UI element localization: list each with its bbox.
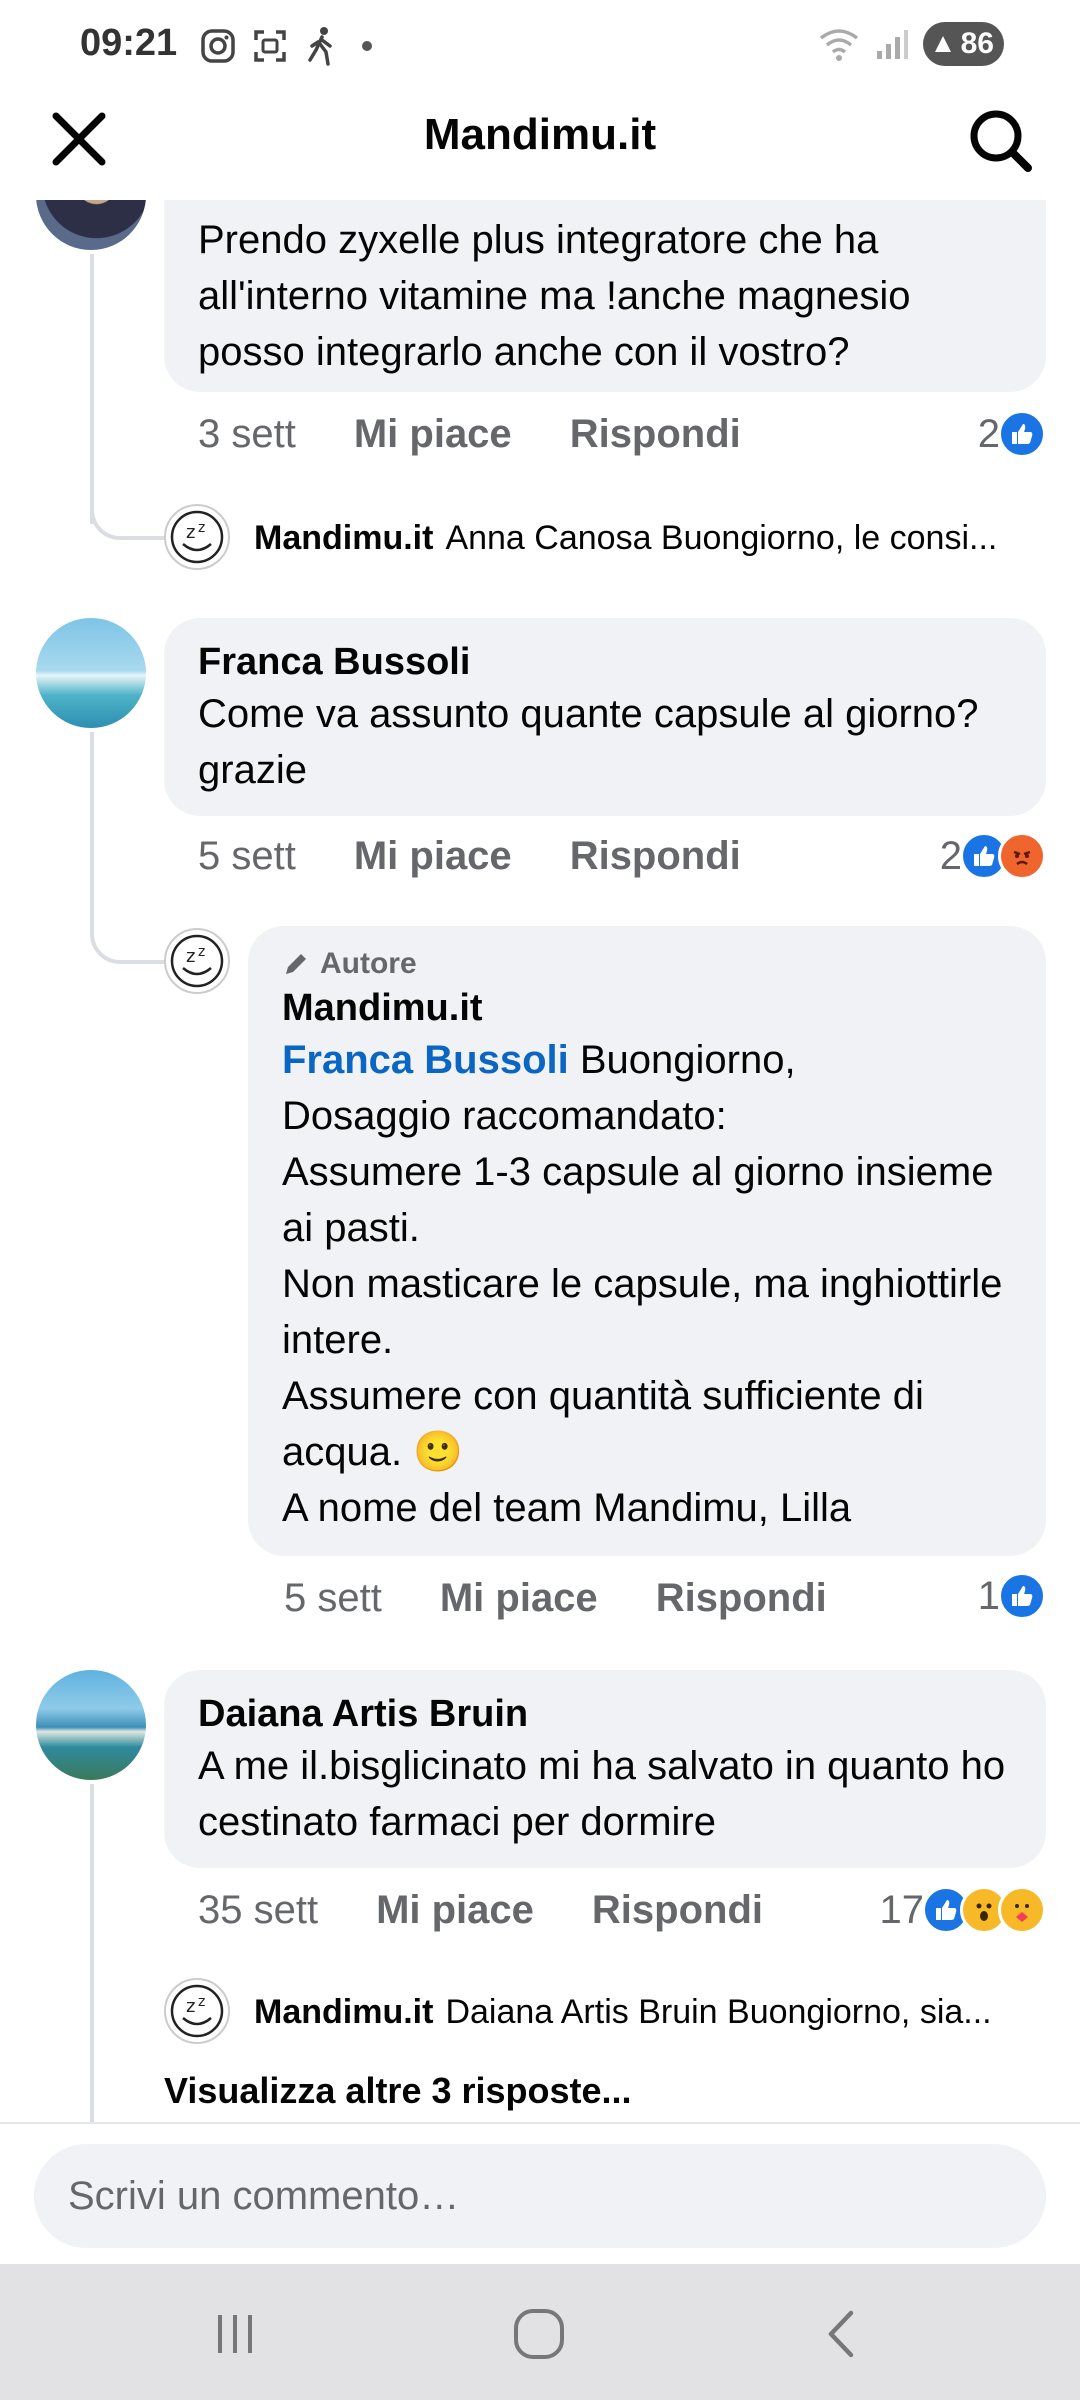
app-header: Mandimu.it <box>0 92 1080 200</box>
like-button[interactable]: Mi piace <box>440 1576 598 1621</box>
avatar[interactable] <box>36 200 146 250</box>
page-title: Mandimu.it <box>423 110 657 159</box>
reply-time[interactable]: 5 sett <box>284 1576 382 1621</box>
battery-indicator: 86 <box>922 22 1004 66</box>
reply-button[interactable]: Rispondi <box>570 412 741 457</box>
status-notification-icons <box>200 26 372 66</box>
mandimu-logo-icon: zz <box>170 510 224 564</box>
reply-bubble[interactable]: Autore Mandimu.it Franca Bussoli Buongio… <box>248 926 1046 1556</box>
like-button[interactable]: Mi piace <box>354 834 512 879</box>
mandimu-logo-icon: zz <box>170 934 224 988</box>
recent-apps-icon <box>218 2315 252 2353</box>
reply-button[interactable]: Rispondi <box>592 1888 763 1933</box>
view-more-replies-link[interactable]: Visualizza altre 3 risposte... <box>164 2070 632 2112</box>
reply-preview[interactable]: Mandimu.it Anna Canosa Buongiorno, le co… <box>254 512 1046 564</box>
author-badge: Autore <box>282 944 1012 984</box>
reply-button[interactable]: Rispondi <box>656 1576 827 1621</box>
reaction-summary[interactable]: 2 <box>940 826 1046 886</box>
author-badge-label: Autore <box>320 947 417 980</box>
svg-text:z: z <box>186 522 195 543</box>
search-icon <box>970 110 1032 172</box>
comment-text: A me il.bisglicinato mi ha salvato in qu… <box>198 1744 1006 1844</box>
page-avatar[interactable]: zz <box>164 504 230 570</box>
back-icon <box>828 2310 854 2358</box>
comment-bubble[interactable]: Daiana Artis Bruin A me il.bisglicinato … <box>164 1670 1046 1868</box>
like-icon <box>998 410 1046 458</box>
reply-text: Franca Bussoli Buongiorno, <box>282 1032 1012 1088</box>
reaction-count: 17 <box>879 1887 925 1932</box>
reply-author: Mandimu.it <box>254 1992 434 2031</box>
reaction-count: 2 <box>977 411 1000 456</box>
status-bar: 09:21 86 <box>0 0 1080 92</box>
search-button[interactable] <box>966 106 1036 176</box>
svg-text:z: z <box>198 944 205 960</box>
comment-input[interactable]: Scrivi un commento… <box>34 2144 1046 2248</box>
comment-actions: 3 sett Mi piace Rispondi <box>198 404 741 464</box>
wifi-icon <box>819 29 858 61</box>
status-time: 09:21 <box>80 22 178 64</box>
home-icon <box>514 2309 564 2359</box>
comment-composer: Scrivi un commento… <box>0 2122 1080 2264</box>
svg-text:z: z <box>198 1994 205 2010</box>
angry-icon <box>998 832 1046 880</box>
back-button[interactable] <box>806 2304 876 2364</box>
reaction-summary[interactable]: 17 <box>879 1880 1046 1940</box>
reply-button[interactable]: Rispondi <box>570 834 741 879</box>
thread-connector <box>90 880 164 964</box>
instagram-icon <box>201 29 235 63</box>
comment-text: Come va assunto quante capsule al giorno… <box>198 692 979 792</box>
care-icon <box>998 1886 1046 1934</box>
mandimu-logo-icon: zz <box>170 1984 224 2038</box>
reply-text-first: Buongiorno, <box>568 1038 796 1082</box>
avatar[interactable] <box>36 1670 146 1780</box>
reply-text-body: Dosaggio raccomandato: Assumere 1-3 caps… <box>282 1094 1003 1530</box>
comment-actions: 35 sett Mi piace Rispondi <box>198 1880 763 1940</box>
page-avatar[interactable]: zz <box>164 928 230 994</box>
recent-apps-button[interactable] <box>200 2304 270 2364</box>
reply-snippet: Anna Canosa Buongiorno, le consi... <box>445 518 998 557</box>
battery-saver-icon <box>934 36 951 52</box>
comments-list: Prendo zyxelle plus integratore che ha a… <box>0 200 1080 2122</box>
thread-connector <box>90 480 164 540</box>
reaction-summary[interactable]: 1 <box>978 1566 1046 1626</box>
svg-text:z: z <box>186 1996 195 2017</box>
reaction-summary[interactable]: 2 <box>978 404 1046 464</box>
comment-time[interactable]: 5 sett <box>198 834 296 879</box>
like-button[interactable]: Mi piace <box>376 1888 534 1933</box>
svg-text:z: z <box>198 520 205 536</box>
svg-text:z: z <box>186 946 195 967</box>
system-nav-bar <box>0 2264 1080 2400</box>
pencil-icon <box>286 954 306 974</box>
page-avatar[interactable]: zz <box>164 1978 230 2044</box>
walking-icon <box>308 27 332 66</box>
home-button[interactable] <box>504 2304 574 2364</box>
like-button[interactable]: Mi piace <box>354 412 512 457</box>
comment-time[interactable]: 35 sett <box>198 1888 318 1933</box>
thread-line <box>90 1784 94 2122</box>
avatar[interactable] <box>36 618 146 728</box>
reply-author[interactable]: Mandimu.it <box>282 984 1012 1032</box>
signal-icon <box>876 30 908 59</box>
comment-time[interactable]: 3 sett <box>198 412 296 457</box>
mention-link[interactable]: Franca Bussoli <box>282 1038 569 1082</box>
screenshot-icon <box>254 30 286 62</box>
reply-snippet: Daiana Artis Bruin Buongiorno, sia... <box>445 1992 992 2031</box>
status-system-icons: 86 <box>817 22 1004 66</box>
reaction-count: 1 <box>977 1573 1000 1618</box>
comment-text: Prendo zyxelle plus integratore che ha a… <box>198 218 911 374</box>
comment-bubble[interactable]: Prendo zyxelle plus integratore che ha a… <box>164 200 1046 392</box>
reply-author: Mandimu.it <box>254 518 434 557</box>
reply-actions: 5 sett Mi piace Rispondi <box>284 1568 827 1628</box>
notification-dot-icon <box>362 41 372 51</box>
reply-preview[interactable]: Mandimu.it Daiana Artis Bruin Buongiorno… <box>254 1986 1046 2038</box>
comment-author[interactable]: Franca Bussoli <box>198 638 1012 686</box>
battery-level: 86 <box>960 27 994 60</box>
comment-author[interactable]: Daiana Artis Bruin <box>198 1690 1012 1738</box>
like-icon <box>998 1572 1046 1620</box>
reaction-count: 2 <box>939 833 962 878</box>
comment-bubble[interactable]: Franca Bussoli Come va assunto quante ca… <box>164 618 1046 816</box>
comment-actions: 5 sett Mi piace Rispondi <box>198 826 741 886</box>
